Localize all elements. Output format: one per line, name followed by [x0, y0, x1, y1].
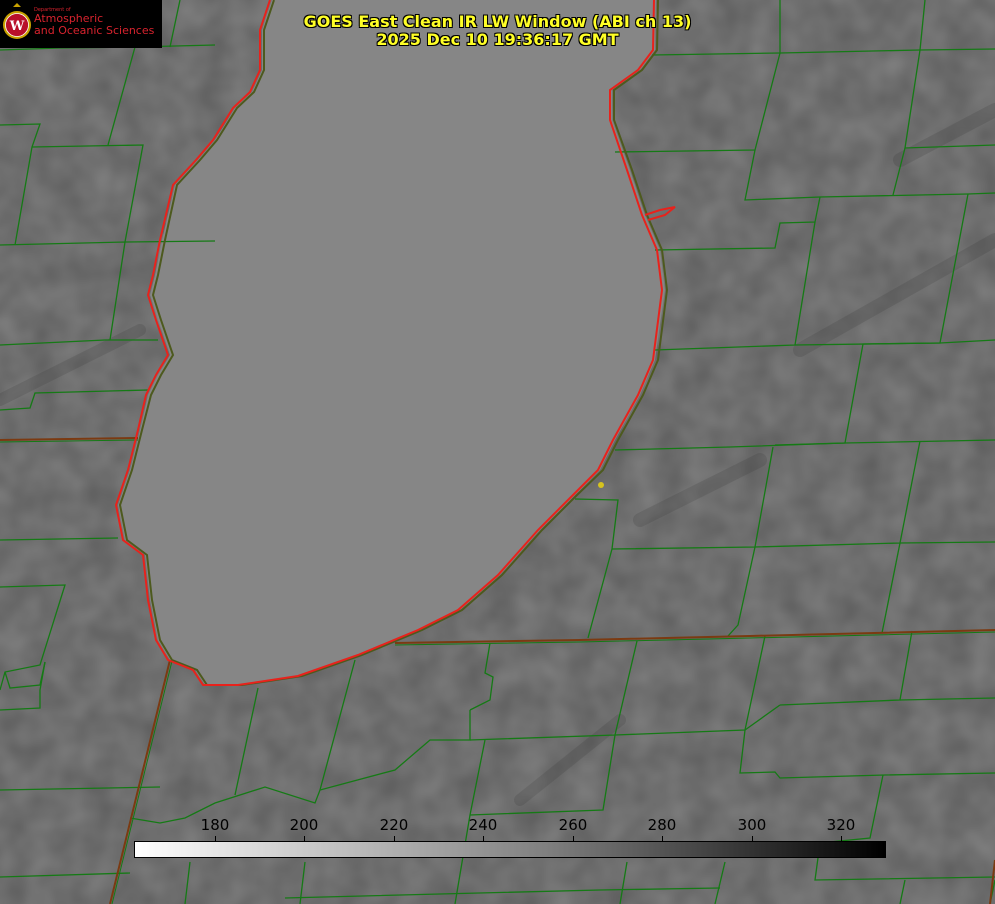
satellite-map — [0, 0, 995, 904]
colorbar-tick-mark — [573, 836, 574, 841]
colorbar-tick-label: 260 — [558, 816, 588, 834]
colorbar-tick-mark — [662, 836, 663, 841]
colorbar-tick-label: 240 — [468, 816, 498, 834]
temperature-colorbar — [134, 841, 886, 858]
colorbar-tick-mark — [215, 836, 216, 841]
colorbar-tick-label: 320 — [826, 816, 856, 834]
colorbar-tick-mark — [304, 836, 305, 841]
colorbar-tick-label: 300 — [737, 816, 767, 834]
colorbar-tick-mark — [394, 836, 395, 841]
image-timestamp: 2025 Dec 10 19:36:17 GMT — [376, 30, 619, 49]
colorbar-tick-label: 200 — [289, 816, 319, 834]
location-marker — [598, 482, 604, 488]
colorbar-tick-mark — [752, 836, 753, 841]
colorbar-tick-label: 280 — [647, 816, 677, 834]
colorbar-tick-mark — [841, 836, 842, 841]
colorbar-tick-mark — [483, 836, 484, 841]
colorbar-tick-label: 220 — [379, 816, 409, 834]
colorbar-tick-label: 180 — [200, 816, 230, 834]
image-title: GOES East Clean IR LW Window (ABI ch 13) — [303, 12, 692, 31]
